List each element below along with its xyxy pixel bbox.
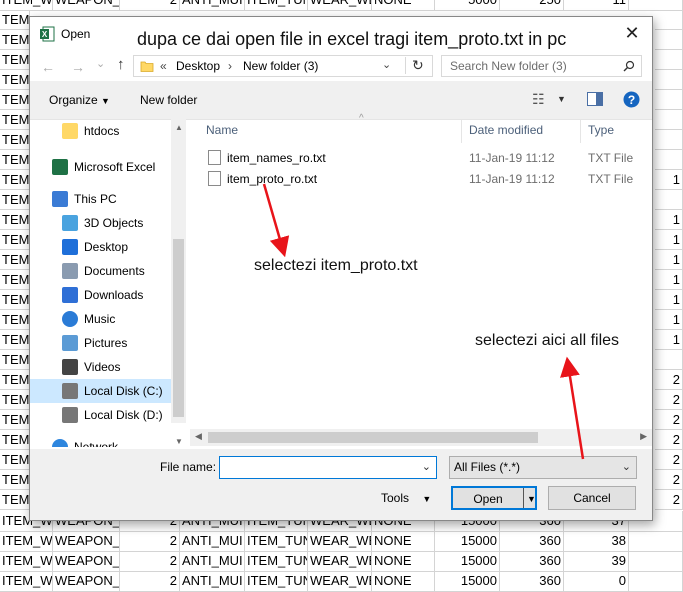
arrow-to-file-type [560,356,585,460]
arrow-to-file [262,183,290,258]
annotation-arrows [262,183,585,460]
